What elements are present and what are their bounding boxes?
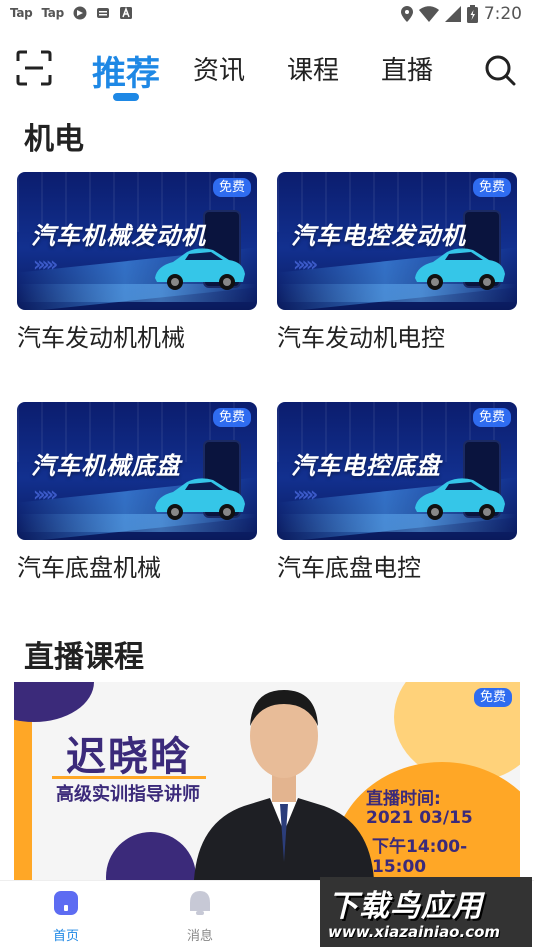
course-title[interactable]: 汽车底盘机械 <box>17 548 257 583</box>
live-date: 2021 03/15 <box>366 808 473 828</box>
vpn-icon <box>73 6 87 20</box>
clock: 7:20 <box>483 4 522 24</box>
wifi-icon <box>418 6 439 22</box>
nav-home[interactable]: 首页 <box>26 889 106 944</box>
status-bar: Tap Tap 7:20 <box>0 0 534 30</box>
chevrons-graphic: ››››› <box>293 252 318 276</box>
thumbnail-title: 汽车机械发动机 <box>31 222 206 250</box>
tab-courses[interactable]: 课程 <box>287 50 339 87</box>
watermark: 下载鸟应用 www.xiazainiao.com <box>320 877 532 947</box>
lecturer-name: 迟晓晗 <box>66 734 192 780</box>
live-time-label: 直播时间: <box>366 789 441 809</box>
app-a-icon <box>119 6 132 19</box>
nav-home-label: 首页 <box>52 929 79 944</box>
signal-icon <box>444 6 461 22</box>
section-title-live: 直播课程 <box>24 640 144 675</box>
battery-icon <box>466 5 478 23</box>
course-card[interactable]: ››››› 汽车电控发动机 免费 汽车发动机电控 <box>277 172 517 353</box>
free-badge: 免费 <box>472 408 511 427</box>
free-badge: 免费 <box>473 688 512 707</box>
course-title[interactable]: 汽车底盘电控 <box>277 548 517 583</box>
chevrons-graphic: ››››› <box>33 252 58 276</box>
course-card[interactable]: ››››› 汽车电控底盘 免费 汽车底盘电控 <box>277 402 517 583</box>
tab-live[interactable]: 直播 <box>381 50 433 87</box>
nav-messages[interactable]: 消息 <box>160 889 240 944</box>
chevrons-graphic: ››››› <box>293 482 318 506</box>
tab-recommend[interactable]: 推荐 <box>92 46 160 95</box>
free-badge: 免费 <box>472 178 511 197</box>
course-title[interactable]: 汽车发动机电控 <box>277 318 517 353</box>
course-title[interactable]: 汽车发动机机械 <box>17 318 257 353</box>
bell-icon <box>190 891 210 915</box>
watermark-title: 下载鸟应用 <box>328 889 483 924</box>
scan-icon[interactable] <box>16 50 52 86</box>
course-thumbnail[interactable]: ››››› 汽车电控底盘 免费 <box>277 402 517 540</box>
course-thumbnail[interactable]: ››››› 汽车电控发动机 免费 <box>277 172 517 310</box>
thumbnail-title: 汽车机械底盘 <box>31 452 181 480</box>
course-card[interactable]: ››››› 汽车机械底盘 免费 汽车底盘机械 <box>17 402 257 583</box>
taptap-icon: Tap <box>41 6 64 20</box>
lecturer-title: 高级实训指导讲师 <box>56 784 200 805</box>
chevrons-graphic: ››››› <box>33 482 58 506</box>
free-badge: 免费 <box>212 178 251 197</box>
decor-circle <box>106 832 196 880</box>
home-icon <box>54 891 78 915</box>
course-card[interactable]: ››››› 汽车机械发动机 免费 汽车发动机机械 <box>17 172 257 353</box>
location-icon <box>400 6 413 22</box>
name-underline <box>52 776 206 779</box>
live-hours: 下午14:00-15:00 <box>372 837 468 877</box>
free-badge: 免费 <box>212 408 251 427</box>
top-navigation: 推荐 资讯 课程 直播 <box>0 42 534 102</box>
course-thumbnail[interactable]: ››››› 汽车机械发动机 免费 <box>17 172 257 310</box>
live-course-banner[interactable]: 迟晓晗 高级实训指导讲师 直播时间: 2021 03/15 下午14:00-15… <box>14 682 520 880</box>
nav-messages-label: 消息 <box>186 929 213 944</box>
lecturer-photo <box>194 690 374 880</box>
thumbnail-title: 汽车电控发动机 <box>291 222 466 250</box>
decor-circle <box>14 682 94 722</box>
active-tab-indicator <box>113 93 139 101</box>
status-bar-notifications: Tap Tap <box>10 6 133 20</box>
message-icon <box>96 8 109 18</box>
watermark-url: www.xiazainiao.com <box>328 923 501 941</box>
tab-news[interactable]: 资讯 <box>193 50 245 87</box>
thumbnail-title: 汽车电控底盘 <box>291 452 441 480</box>
search-icon[interactable] <box>484 54 516 86</box>
course-thumbnail[interactable]: ››››› 汽车机械底盘 免费 <box>17 402 257 540</box>
taptap-icon: Tap <box>10 6 33 20</box>
section-title-mechatronics: 机电 <box>24 122 84 157</box>
status-bar-system: 7:20 <box>400 4 522 24</box>
